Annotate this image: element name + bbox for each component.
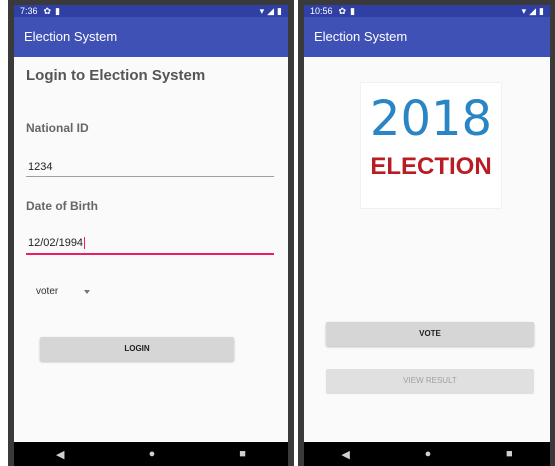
back-icon[interactable]: ◀: [56, 448, 64, 461]
chevron-down-icon: [84, 289, 91, 294]
logo-word: ELECTION: [370, 153, 492, 180]
voter-content: 2018 ELECTION VOTE VIEW RESULT: [304, 57, 550, 442]
nav-bar: ◀ ● ■: [14, 442, 288, 466]
settings-icon: ✿: [338, 6, 347, 16]
text-cursor: [84, 237, 86, 250]
login-button[interactable]: LOGIN: [40, 337, 234, 361]
national-id-value: 1234: [28, 161, 53, 173]
home-icon[interactable]: ●: [425, 448, 432, 460]
voter-home-screen: 10:56 ✿ ▮ ▾ ◢ ▮ Election System 2018 ELE…: [304, 5, 550, 466]
signal-icon: ◢: [267, 6, 275, 16]
national-id-label: National ID: [26, 121, 89, 135]
wifi-icon: ▾: [259, 6, 265, 16]
login-screen: 7:36 ✿ ▮ ▾ ◢ ▮ Election System Login to …: [14, 5, 288, 466]
vote-button[interactable]: VOTE: [326, 322, 534, 346]
app-bar-title: Election System: [14, 17, 288, 57]
election-logo: 2018 ELECTION: [360, 82, 502, 209]
settings-icon: ✿: [43, 6, 52, 16]
logo-year: 2018: [369, 91, 493, 147]
status-bar: 7:36 ✿ ▮ ▾ ◢ ▮: [14, 5, 288, 17]
battery-icon: ▮: [277, 6, 282, 16]
battery-icon: ▮: [539, 6, 544, 16]
home-icon[interactable]: ●: [149, 448, 156, 460]
page-title: Login to Election System: [26, 67, 206, 84]
national-id-input[interactable]: 1234: [26, 159, 274, 177]
dob-value: 12/02/1994: [28, 237, 84, 249]
status-time: 7:36: [20, 6, 38, 16]
phone-right: 10:56 ✿ ▮ ▾ ◢ ▮ Election System 2018 ELE…: [298, 0, 555, 466]
notification-icon: ▮: [350, 6, 356, 16]
notification-icon: ▮: [55, 6, 61, 16]
back-icon[interactable]: ◀: [341, 448, 349, 461]
signal-icon: ◢: [529, 6, 537, 16]
app-bar-title: Election System: [304, 17, 550, 57]
wifi-icon: ▾: [521, 6, 527, 16]
dob-input[interactable]: 12/02/1994: [26, 235, 274, 255]
recents-icon[interactable]: ■: [239, 448, 246, 460]
role-select[interactable]: voter: [36, 286, 91, 297]
view-result-button[interactable]: VIEW RESULT: [326, 369, 534, 393]
status-time: 10:56: [310, 6, 333, 16]
dob-label: Date of Birth: [26, 199, 98, 213]
status-bar: 10:56 ✿ ▮ ▾ ◢ ▮: [304, 5, 550, 17]
phone-left: 7:36 ✿ ▮ ▾ ◢ ▮ Election System Login to …: [8, 0, 294, 466]
recents-icon[interactable]: ■: [506, 448, 513, 460]
role-select-value: voter: [36, 286, 59, 297]
login-content: Login to Election System National ID 123…: [14, 57, 288, 442]
nav-bar: ◀ ● ■: [304, 442, 550, 466]
